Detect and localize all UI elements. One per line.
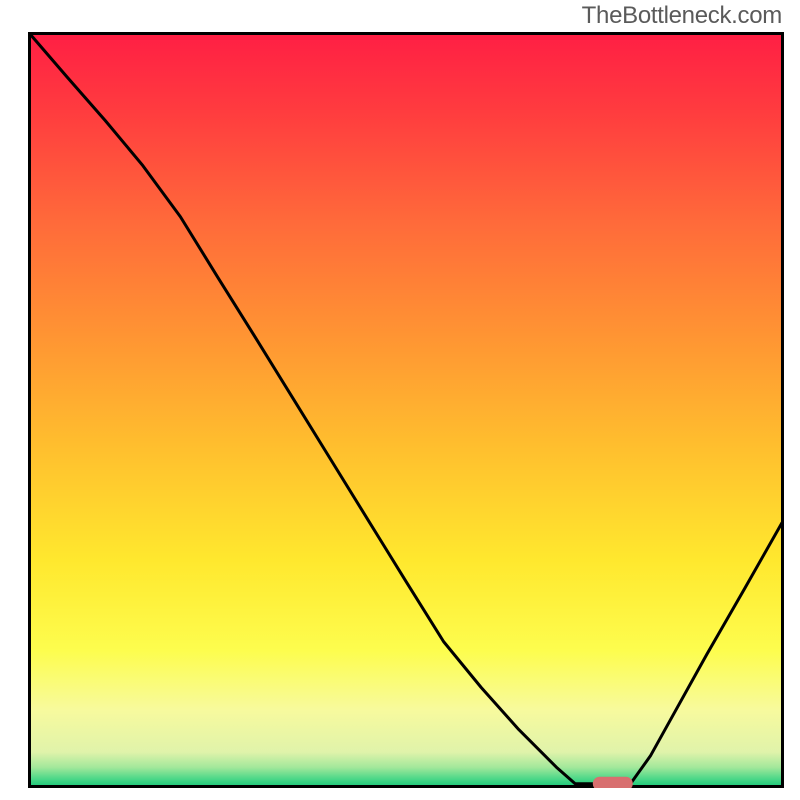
optimal-point-marker xyxy=(593,777,633,788)
chart-background xyxy=(30,34,782,786)
chart-svg xyxy=(28,32,784,788)
chart-plot-area xyxy=(28,32,784,788)
watermark-text: TheBottleneck.com xyxy=(582,2,782,30)
